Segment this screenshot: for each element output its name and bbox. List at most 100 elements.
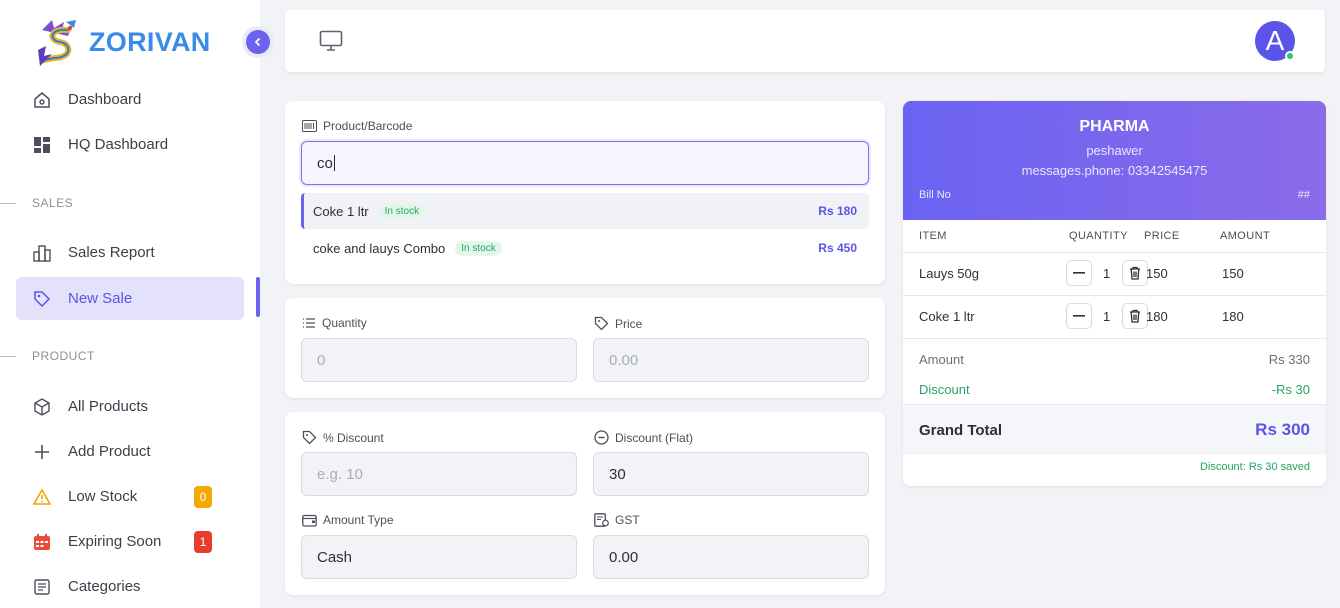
gst-input[interactable]: 0.00 (593, 535, 869, 579)
suggestion-item[interactable]: Coke 1 ltr In stock Rs 180 (301, 193, 869, 229)
decrease-qty-button[interactable] (1066, 303, 1092, 329)
grid-icon (32, 135, 52, 155)
flat-discount-label: Discount (Flat) (594, 430, 693, 445)
bill-header: PHARMA peshawer messages.phone: 03342545… (903, 101, 1326, 220)
sidebar-item-label: New Sale (68, 290, 133, 307)
sidebar-item-label: HQ Dashboard (68, 136, 169, 153)
column-item: ITEM (919, 230, 947, 242)
collapse-sidebar-button[interactable] (242, 26, 274, 58)
column-quantity: QUANTITY (1069, 230, 1128, 242)
sidebar-item-new-sale[interactable]: New Sale (16, 277, 244, 320)
sidebar-item-hq-dashboard[interactable]: HQ Dashboard (16, 123, 244, 166)
sidebar-item-expiring-soon[interactable]: Expiring Soon 1 (16, 520, 244, 563)
suggestion-price: Rs 180 (818, 204, 857, 218)
bill-row-price: 180 (1146, 309, 1168, 324)
store-phone: messages.phone: 03342545475 (1021, 163, 1208, 178)
column-amount: AMOUNT (1220, 230, 1271, 242)
discount-card: % Discount e.g. 10 Discount (Flat) 30 Am… (285, 412, 885, 595)
suggestion-price: Rs 450 (818, 241, 857, 255)
suggestion-name: Coke 1 ltr (313, 203, 369, 219)
grand-total-label: Grand Total (919, 422, 1003, 439)
product-search-card: Product/Barcode co Coke 1 ltr In stock R… (285, 101, 885, 284)
calendar-icon (32, 532, 52, 552)
minus-icon (1073, 272, 1085, 274)
sidebar-item-low-stock[interactable]: Low Stock 0 (16, 475, 244, 518)
store-city: peshawer (1086, 143, 1143, 158)
sidebar-item-label: Expiring Soon (68, 533, 162, 550)
column-price: PRICE (1144, 230, 1180, 242)
section-sales: SALES (0, 196, 73, 210)
tag-icon (594, 316, 609, 331)
list-icon (32, 577, 52, 597)
sidebar-item-label: Categories (68, 578, 141, 595)
flat-discount-input[interactable]: 30 (593, 452, 869, 496)
price-input[interactable]: 0.00 (593, 338, 869, 382)
bill-panel: PHARMA peshawer messages.phone: 03342545… (903, 101, 1326, 486)
online-status-dot (1285, 51, 1295, 61)
warning-icon (32, 487, 52, 507)
bill-no-value: ## (1297, 189, 1310, 201)
active-indicator (256, 277, 260, 317)
brand-name: ZORIVAN (89, 26, 211, 57)
bar-chart-icon (32, 243, 52, 263)
tag-icon (32, 289, 52, 309)
sidebar-item-dashboard[interactable]: Dashboard (16, 78, 244, 121)
amount-type-label: Amount Type (302, 513, 394, 527)
stock-badge: In stock (455, 240, 502, 256)
bill-no-label: Bill No (919, 189, 951, 201)
bill-row-amount: 150 (1222, 266, 1244, 281)
bill-row-item: Lauys 50g (919, 266, 979, 281)
percent-discount-input[interactable]: e.g. 10 (301, 452, 577, 496)
sidebar-item-add-product[interactable]: Add Product (16, 430, 244, 473)
barcode-icon (302, 120, 317, 132)
product-barcode-label: Product/Barcode (302, 119, 412, 133)
decrease-qty-button[interactable] (1066, 260, 1092, 286)
trash-icon (1130, 309, 1140, 323)
sidebar-item-all-products[interactable]: All Products (16, 385, 244, 428)
percent-discount-label: % Discount (302, 430, 384, 445)
delete-item-button[interactable] (1122, 260, 1148, 286)
monitor-icon[interactable] (319, 30, 343, 57)
amount-value: Rs 330 (1268, 352, 1310, 367)
expiring-badge: 1 (194, 530, 212, 553)
sidebar-item-label: All Products (68, 398, 149, 415)
trash-icon (1130, 266, 1140, 280)
discount-label: Discount (919, 382, 970, 397)
quantity-price-card: Quantity 0 Price 0.00 (285, 298, 885, 398)
sidebar-item-label: Add Product (68, 443, 151, 460)
store-name: PHARMA (1079, 118, 1150, 135)
low-stock-badge: 0 (194, 485, 212, 508)
bill-row-price: 150 (1146, 266, 1168, 281)
bill-row-item: Coke 1 ltr (919, 309, 975, 324)
minus-circle-icon (594, 430, 609, 445)
quantity-label: Quantity (302, 316, 367, 330)
discount-saved-note: Discount: Rs 30 saved (1199, 461, 1310, 473)
price-label: Price (594, 316, 642, 331)
product-search-input[interactable]: co (301, 141, 869, 185)
bill-row-qty: 1 (1103, 309, 1111, 324)
sidebar: ZORIVAN Dashboard HQ Dashboard SALES Sal… (0, 0, 260, 608)
bill-row-qty: 1 (1103, 266, 1111, 281)
sidebar-item-label: Dashboard (68, 91, 142, 108)
dragon-logo-icon (38, 20, 76, 66)
sidebar-item-label: Sales Report (68, 244, 155, 261)
stock-badge: In stock (378, 203, 426, 219)
list-numbered-icon (303, 318, 315, 328)
delete-item-button[interactable] (1122, 303, 1148, 329)
brand-logo[interactable]: ZORIVAN (32, 16, 211, 68)
sidebar-item-categories[interactable]: Categories (16, 565, 244, 608)
receipt-tax-icon (594, 513, 609, 527)
tag-icon (302, 430, 317, 445)
box-icon (32, 397, 52, 417)
wallet-icon (302, 514, 317, 527)
gst-label: GST (594, 513, 640, 527)
grand-total-value: Rs 300 (1255, 420, 1310, 439)
minus-icon (1073, 315, 1085, 317)
sidebar-item-label: Low Stock (68, 488, 138, 505)
amount-type-select[interactable]: Cash (301, 535, 577, 579)
suggestion-item[interactable]: coke and lauys Combo In stock Rs 450 (301, 230, 869, 266)
quantity-input[interactable]: 0 (301, 338, 577, 382)
home-icon (32, 90, 52, 110)
chevron-left-icon (246, 30, 270, 54)
sidebar-item-sales-report[interactable]: Sales Report (16, 231, 244, 274)
